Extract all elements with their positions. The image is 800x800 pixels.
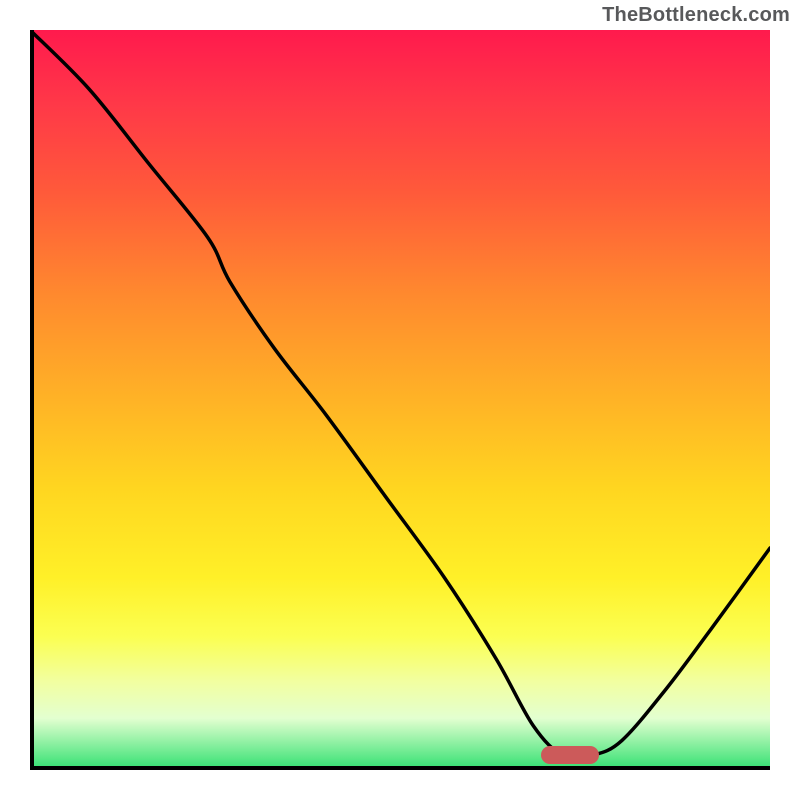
bottleneck-curve-path (30, 30, 770, 758)
curve-svg (30, 30, 770, 770)
optimum-marker (541, 746, 599, 764)
watermark-text: TheBottleneck.com (602, 4, 790, 27)
plot-area (30, 30, 770, 770)
chart-container: TheBottleneck.com (0, 0, 800, 800)
